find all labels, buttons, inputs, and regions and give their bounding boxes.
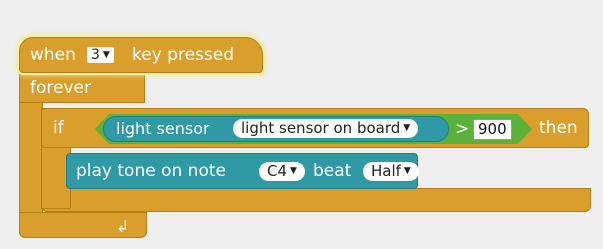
chevron-down-icon: ▼ xyxy=(102,49,110,60)
forever-block[interactable]: forever xyxy=(19,73,145,103)
chevron-down-icon: ▼ xyxy=(403,123,411,133)
if-label: if xyxy=(53,118,64,138)
note-dropdown-value: C4 xyxy=(267,162,288,180)
beat-dropdown-value: Half xyxy=(371,162,401,180)
key-dropdown[interactable]: 3 ▼ xyxy=(87,47,114,63)
sensor-dropdown-value: light sensor on board xyxy=(241,119,401,137)
loop-arrow-icon: ↲ xyxy=(116,217,130,236)
play-tone-block[interactable]: play tone on note C4 ▼ beat Half ▼ xyxy=(66,153,419,189)
forever-block-arm[interactable] xyxy=(19,100,43,217)
forever-label: forever xyxy=(30,78,91,98)
forever-block-bottom[interactable]: ↲ xyxy=(19,212,147,238)
chevron-down-icon: ▼ xyxy=(290,166,297,176)
script-canvas: forever ↲ if then light sensor light sen… xyxy=(0,0,603,249)
note-dropdown[interactable]: C4 ▼ xyxy=(259,162,305,181)
when-key-pressed-block[interactable]: when 3 ▼ key pressed xyxy=(19,37,263,73)
then-label: then xyxy=(539,118,578,138)
key-pressed-label: key pressed xyxy=(132,45,234,65)
play-tone-label: play tone on note xyxy=(76,161,226,181)
operator-symbol: > xyxy=(455,119,470,139)
beat-label: beat xyxy=(313,161,352,181)
light-sensor-label: light sensor xyxy=(116,119,210,138)
light-sensor-reporter[interactable]: light sensor light sensor on board ▼ xyxy=(103,116,449,142)
sensor-dropdown[interactable]: light sensor on board ▼ xyxy=(233,119,419,138)
if-block-bottom[interactable] xyxy=(41,188,591,212)
beat-dropdown[interactable]: Half ▼ xyxy=(363,162,419,181)
when-label: when xyxy=(30,45,76,65)
key-dropdown-value: 3 xyxy=(91,47,100,63)
chevron-down-icon: ▼ xyxy=(403,166,411,176)
threshold-input[interactable]: 900 xyxy=(473,119,512,140)
